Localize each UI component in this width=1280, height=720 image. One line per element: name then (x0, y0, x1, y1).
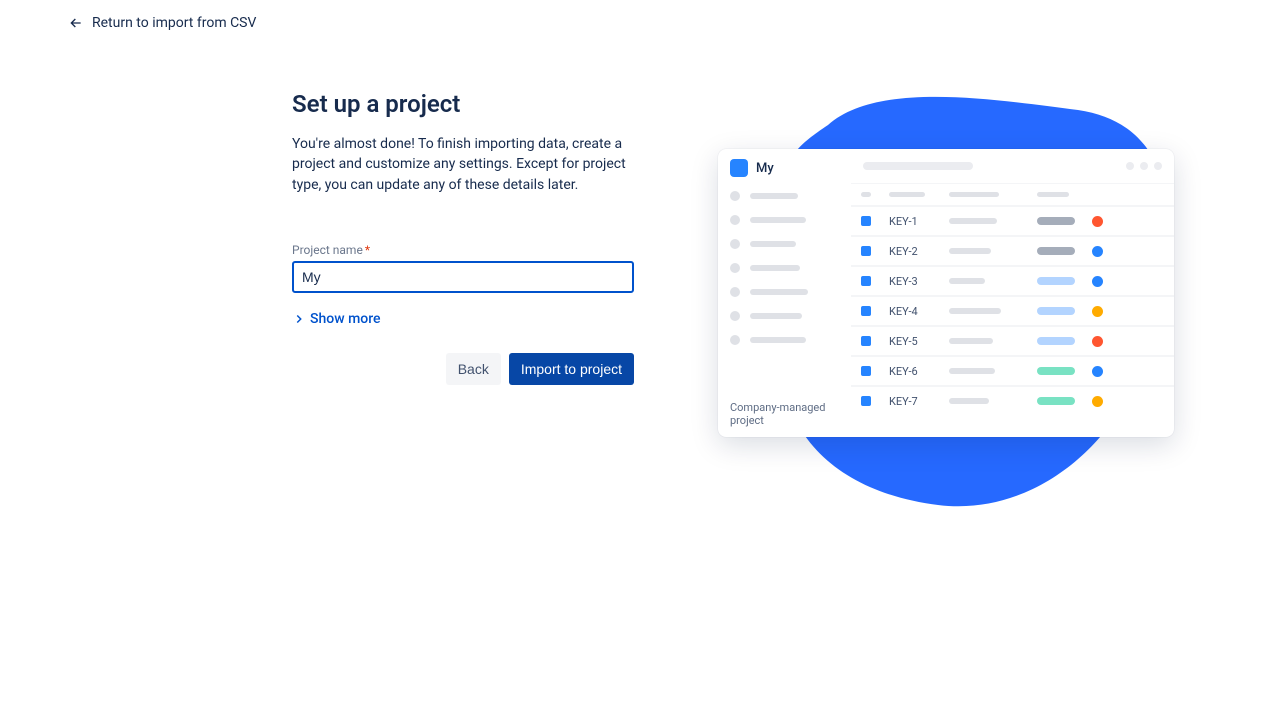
preview-window: My Company-managed project KEY-1KEY-2KEY… (718, 149, 1174, 437)
page-title: Set up a project (292, 90, 634, 118)
button-row: Back Import to project (292, 353, 634, 385)
main-form: Set up a project You're almost done! To … (292, 90, 634, 385)
preview-project-name: My (756, 161, 774, 176)
status-pill (1037, 217, 1075, 225)
preview-table-row: KEY-3 (851, 265, 1174, 295)
preview-toolbar-dots (1126, 162, 1162, 170)
assignee-avatar (1092, 306, 1103, 317)
issue-type-icon (861, 366, 871, 376)
preview-main: KEY-1 KEY-2 KEY-3 KEY-4 KEY-5 KEY-6 KEY-7 (851, 149, 1174, 437)
issue-key: KEY-1 (889, 215, 918, 228)
preview-toolbar (851, 149, 1174, 183)
project-name-label: Project name * (292, 243, 634, 257)
assignee-avatar (1092, 276, 1103, 287)
back-button[interactable]: Back (446, 353, 501, 385)
preview-nav-item (730, 287, 839, 297)
issue-type-icon (861, 216, 871, 226)
preview-toolbar-bar (863, 162, 973, 170)
preview-nav-item (730, 263, 839, 273)
preview-project-icon (730, 159, 748, 177)
preview-nav-item (730, 311, 839, 321)
issue-key: KEY-5 (889, 335, 918, 348)
project-name-input[interactable] (292, 261, 634, 293)
preview-project-header: My (730, 159, 839, 177)
preview-table-row: KEY-2 (851, 235, 1174, 265)
preview-nav-item (730, 215, 839, 225)
preview-table-row: KEY-1 (851, 205, 1174, 235)
status-pill (1037, 397, 1075, 405)
preview-nav-item (730, 191, 839, 201)
chevron-right-icon (292, 312, 306, 326)
preview-table-row: KEY-7 (851, 385, 1174, 415)
status-pill (1037, 277, 1075, 285)
return-link-label: Return to import from CSV (92, 15, 256, 31)
preview-illustration: My Company-managed project KEY-1KEY-2KEY… (718, 85, 1198, 515)
preview-sidebar: My Company-managed project (718, 149, 851, 437)
issue-type-icon (861, 276, 871, 286)
issue-key: KEY-7 (889, 395, 918, 408)
preview-nav-item (730, 335, 839, 345)
preview-table-header (851, 183, 1174, 205)
assignee-avatar (1092, 396, 1103, 407)
preview-table-row: KEY-6 (851, 355, 1174, 385)
preview-nav-item (730, 239, 839, 249)
issue-key: KEY-2 (889, 245, 918, 258)
status-pill (1037, 307, 1075, 315)
assignee-avatar (1092, 366, 1103, 377)
page-description: You're almost done! To finish importing … (292, 134, 634, 195)
return-link[interactable]: Return to import from CSV (68, 15, 256, 31)
status-pill (1037, 367, 1075, 375)
show-more-toggle[interactable]: Show more (292, 311, 634, 327)
issue-type-icon (861, 246, 871, 256)
issue-key: KEY-4 (889, 305, 918, 318)
preview-table-row: KEY-4 (851, 295, 1174, 325)
preview-table-row: KEY-5 (851, 325, 1174, 355)
assignee-avatar (1092, 336, 1103, 347)
preview-footer: Company-managed project (730, 401, 839, 427)
assignee-avatar (1092, 246, 1103, 257)
import-button[interactable]: Import to project (509, 353, 634, 385)
required-indicator: * (365, 243, 370, 257)
arrow-left-icon (68, 15, 84, 31)
assignee-avatar (1092, 216, 1103, 227)
issue-key: KEY-3 (889, 275, 918, 288)
issue-type-icon (861, 396, 871, 406)
show-more-label: Show more (310, 311, 381, 327)
issue-type-icon (861, 306, 871, 316)
status-pill (1037, 337, 1075, 345)
status-pill (1037, 247, 1075, 255)
issue-key: KEY-6 (889, 365, 918, 378)
issue-type-icon (861, 336, 871, 346)
